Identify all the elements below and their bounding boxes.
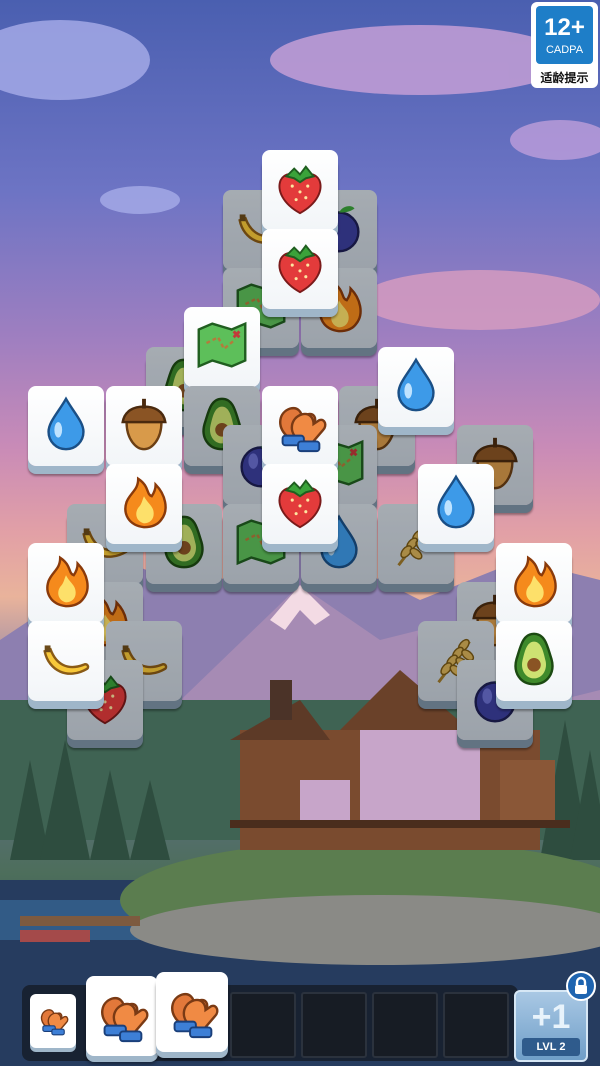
tile-water[interactable]: [418, 464, 494, 544]
tile-board: [0, 0, 600, 1066]
banana-icon: [35, 628, 97, 694]
tray-tile-mitt: [156, 972, 228, 1052]
map-icon: [191, 314, 253, 380]
tray-tile-mitt: [86, 976, 158, 1056]
tray-slot: [443, 992, 509, 1058]
lock-icon: [566, 971, 596, 1001]
extra-slot-level: LVL 2: [522, 1038, 580, 1056]
tile-water[interactable]: [378, 347, 454, 427]
booster-button[interactable]: [30, 994, 76, 1048]
mitt-icon: [269, 393, 331, 459]
tray-slot: [301, 992, 367, 1058]
tile-strawberry[interactable]: [262, 229, 338, 309]
tile-mitt[interactable]: [262, 386, 338, 466]
tile-avocado[interactable]: [496, 621, 572, 701]
tile-strawberry[interactable]: [262, 464, 338, 544]
strawberry-icon: [269, 157, 331, 223]
age-rating-badge: 12+ CADPA 适龄提示: [531, 2, 598, 88]
tile-strawberry[interactable]: [262, 150, 338, 230]
tray-slot: [372, 992, 438, 1058]
strawberry-icon: [269, 236, 331, 302]
tile-map[interactable]: [184, 307, 260, 387]
mitt-icon: [161, 979, 223, 1045]
age-rating-tip: 适龄提示: [540, 71, 589, 85]
tray-slot: [230, 992, 296, 1058]
tile-water[interactable]: [28, 386, 104, 466]
fire-icon: [503, 550, 565, 616]
fire-icon: [113, 471, 175, 537]
age-rating-number: 12+: [544, 14, 585, 41]
avocado-icon: [503, 628, 565, 694]
age-rating-box: 12+ CADPA: [536, 6, 593, 64]
extra-slot-label: +1: [531, 998, 571, 1036]
tile-acorn[interactable]: [106, 386, 182, 466]
mitt-icon: [35, 1001, 71, 1041]
tile-fire[interactable]: [106, 464, 182, 544]
age-rating-org: CADPA: [545, 44, 584, 56]
water-icon: [425, 471, 487, 537]
mitt-icon: [91, 983, 153, 1049]
acorn-icon: [113, 393, 175, 459]
fire-icon: [35, 550, 97, 616]
strawberry-icon: [269, 471, 331, 537]
water-icon: [35, 393, 97, 459]
tile-fire[interactable]: [496, 543, 572, 623]
game-scene: 12+ CADPA 适龄提示 +1 LVL 2: [0, 0, 600, 1066]
water-icon: [385, 354, 447, 420]
tile-banana[interactable]: [28, 621, 104, 701]
tile-fire[interactable]: [28, 543, 104, 623]
